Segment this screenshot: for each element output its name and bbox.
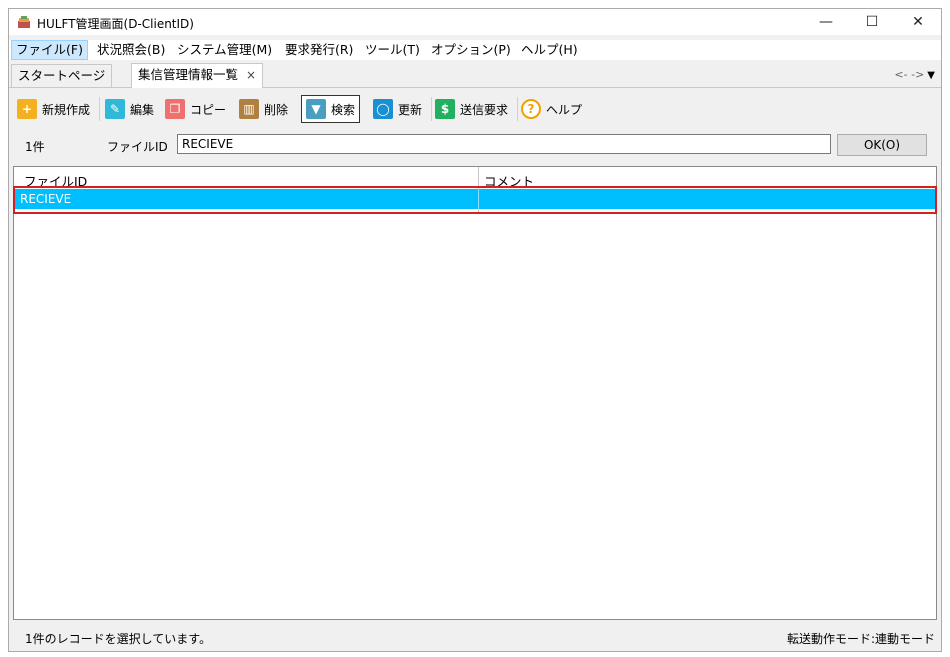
copy-icon: ❐ (165, 99, 185, 119)
status-transfer-mode: 転送動作モード:連動モード (786, 632, 935, 646)
tab-strip: スタートページ 集信管理情報一覧 × <- -> ▼ (9, 62, 941, 88)
record-count: 1件 (25, 140, 45, 154)
maximize-button[interactable]: ☐ (849, 9, 895, 35)
table-row[interactable]: RECIEVE (14, 189, 936, 209)
edit-button-label: 編集 (130, 102, 155, 117)
title-bar[interactable]: HULFT管理画面(D-ClientID) — ☐ ✕ (9, 9, 941, 35)
send-request-button[interactable]: $ 送信要求 (435, 95, 508, 123)
toolbar-separator (431, 97, 432, 121)
tab-dropdown-icon[interactable]: ▼ (927, 70, 935, 81)
menu-status[interactable]: 状況照会(B) (93, 41, 169, 59)
new-button[interactable]: + 新規作成 (17, 95, 90, 123)
ok-button[interactable]: OK(O) (837, 134, 927, 156)
column-header-file-id[interactable]: ファイルID (24, 171, 87, 190)
edit-icon: ✎ (105, 99, 125, 119)
menu-request[interactable]: 要求発行(R) (281, 41, 357, 59)
copy-button[interactable]: ❐ コピー (165, 95, 226, 123)
app-icon (18, 16, 30, 28)
delete-button[interactable]: ▥ 削除 (239, 95, 288, 123)
tab-receive-list-label: 集信管理情報一覧 (138, 67, 239, 82)
help-icon: ? (521, 99, 541, 119)
tab-close-icon[interactable]: × (246, 68, 256, 82)
records-grid[interactable]: ファイルID コメント RECIEVE (13, 166, 937, 620)
search-button[interactable]: ▼ 検索 (301, 95, 361, 123)
close-button[interactable]: ✕ (895, 9, 941, 35)
tab-start-page[interactable]: スタートページ (11, 64, 113, 87)
search-button-label: 検索 (331, 102, 356, 117)
tab-nav-arrows[interactable]: <- -> (894, 68, 924, 81)
new-button-label: 新規作成 (42, 102, 91, 117)
minimize-button[interactable]: — (803, 9, 849, 35)
refresh-icon: ◯ (373, 99, 393, 119)
edit-button[interactable]: ✎ 編集 (105, 95, 154, 123)
toolbar: + 新規作成 ✎ 編集 ❐ コピー ▥ 削除 ▼ 検索 ◯ 更新 $ 送信要求 (9, 89, 941, 129)
send-request-button-label: 送信要求 (460, 102, 509, 117)
new-document-icon: + (17, 99, 37, 119)
window-title: HULFT管理画面(D-ClientID) (37, 17, 194, 31)
menu-tools[interactable]: ツール(T) (361, 41, 424, 59)
trash-icon: ▥ (239, 99, 259, 119)
refresh-button[interactable]: ◯ 更新 (373, 95, 422, 123)
send-request-icon: $ (435, 99, 455, 119)
toolbar-separator (99, 97, 100, 121)
file-id-input[interactable] (177, 134, 831, 154)
app-window: HULFT管理画面(D-ClientID) — ☐ ✕ ファイル(F) 状況照会… (8, 8, 942, 652)
menu-help[interactable]: ヘルプ(H) (517, 41, 582, 59)
help-button[interactable]: ? ヘルプ (521, 95, 582, 123)
status-bar: 1件のレコードを選択しています。 転送動作モード:連動モード (9, 623, 941, 651)
copy-button-label: コピー (190, 102, 227, 117)
file-id-label: ファイルID (107, 140, 168, 154)
menu-bar: ファイル(F) 状況照会(B) システム管理(M) 要求発行(R) ツール(T)… (9, 40, 941, 60)
help-button-label: ヘルプ (546, 102, 583, 117)
menu-system[interactable]: システム管理(M) (173, 41, 276, 59)
tab-receive-list[interactable]: 集信管理情報一覧 × (131, 63, 264, 88)
grid-header: ファイルID コメント (14, 167, 936, 190)
column-header-comment[interactable]: コメント (484, 171, 534, 190)
cell-file-id[interactable]: RECIEVE (20, 192, 71, 206)
tab-navigation[interactable]: <- -> ▼ (894, 68, 935, 81)
status-selection-text: 1件のレコードを選択しています。 (25, 632, 212, 646)
column-divider-row (478, 189, 479, 209)
refresh-button-label: 更新 (398, 102, 423, 117)
filter-icon: ▼ (306, 99, 326, 119)
menu-options[interactable]: オプション(P) (427, 41, 515, 59)
toolbar-separator (517, 97, 518, 121)
search-row: 1件 ファイルID OK(O) (9, 131, 941, 159)
delete-button-label: 削除 (264, 102, 289, 117)
menu-file[interactable]: ファイル(F) (11, 40, 88, 60)
